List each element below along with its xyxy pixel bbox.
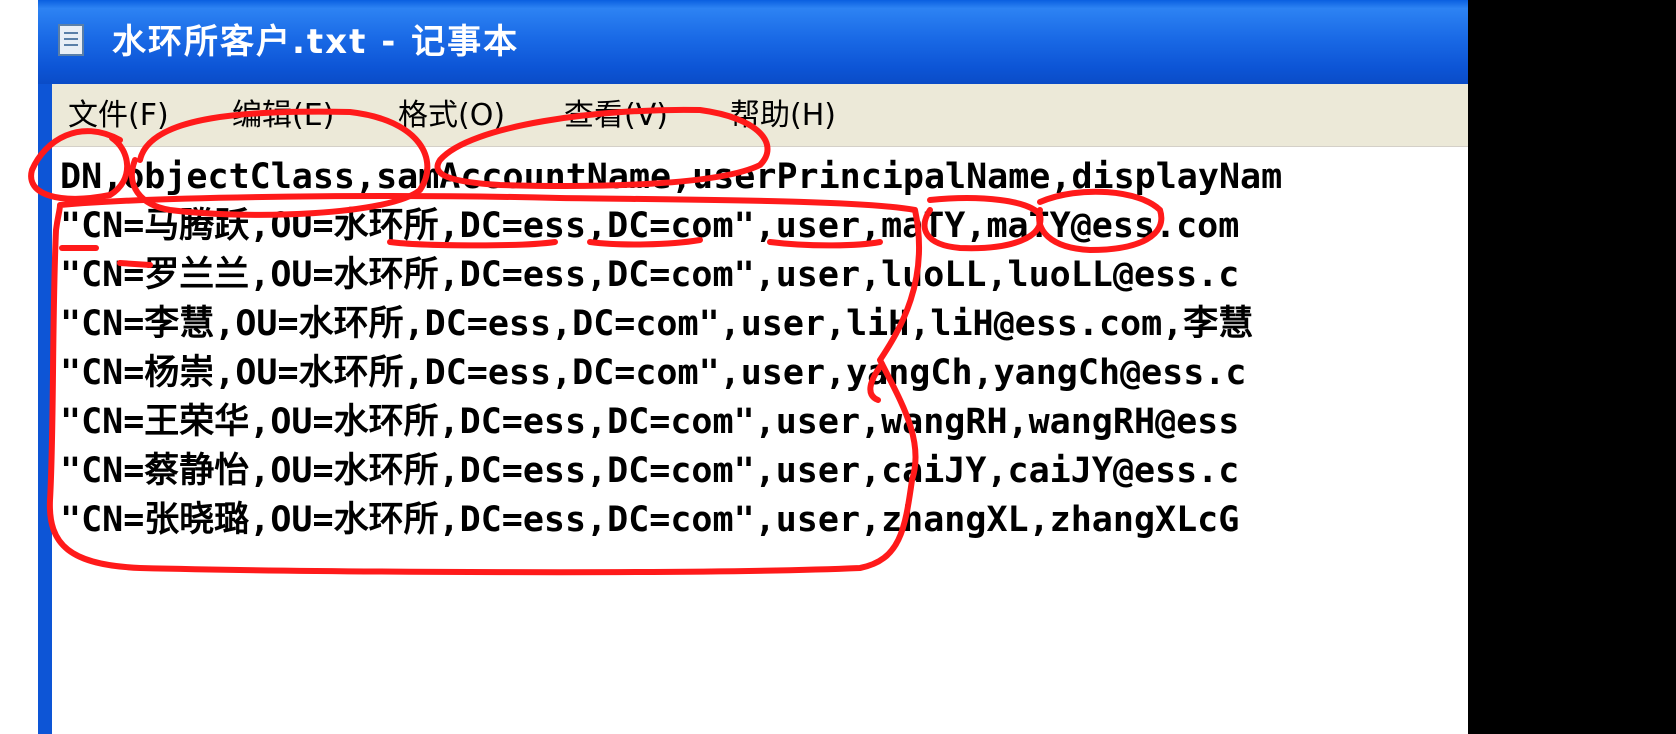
window-title: 水环所客户.txt - 记事本 [112,22,520,62]
menu-edit[interactable]: 编辑(E) [232,94,334,138]
menu-file[interactable]: 文件(F) [68,94,169,138]
text-line: "CN=蔡静怡,OU=水环所,DC=ess,DC=com",user,caiJY… [60,451,1240,491]
menu-view[interactable]: 查看(V) [564,94,668,138]
text-editor-area[interactable]: DN,objectClass,samAccountName,userPrinci… [52,147,1568,734]
menu-format[interactable]: 格式(O) [398,94,505,138]
menu-bar: 文件(F) 编辑(E) 格式(O) 查看(V) 帮助(H) [52,84,1568,147]
black-margin [1468,0,1676,734]
text-line: "CN=李慧,OU=水环所,DC=ess,DC=com",user,liH,li… [60,304,1254,344]
notepad-icon [58,24,84,56]
text-line: "CN=马腾跃,OU=水环所,DC=ess,DC=com",user,maTY,… [60,206,1240,246]
notepad-window: 水环所客户.txt - 记事本 文件(F) 编辑(E) 格式(O) 查看(V) … [0,0,1568,734]
window-frame-left [38,84,52,734]
text-line: "CN=罗兰兰,OU=水环所,DC=ess,DC=com",user,luoLL… [60,255,1240,295]
text-line: "CN=杨崇,OU=水环所,DC=ess,DC=com",user,yangCh… [60,353,1247,393]
text-line: "CN=王荣华,OU=水环所,DC=ess,DC=com",user,wangR… [60,402,1240,442]
text-line-header: DN,objectClass,samAccountName,userPrinci… [60,157,1283,197]
title-bar[interactable]: 水环所客户.txt - 记事本 [38,0,1568,84]
menu-help[interactable]: 帮助(H) [730,94,836,138]
text-line: "CN=张晓璐,OU=水环所,DC=ess,DC=com",user,zhang… [60,500,1240,540]
